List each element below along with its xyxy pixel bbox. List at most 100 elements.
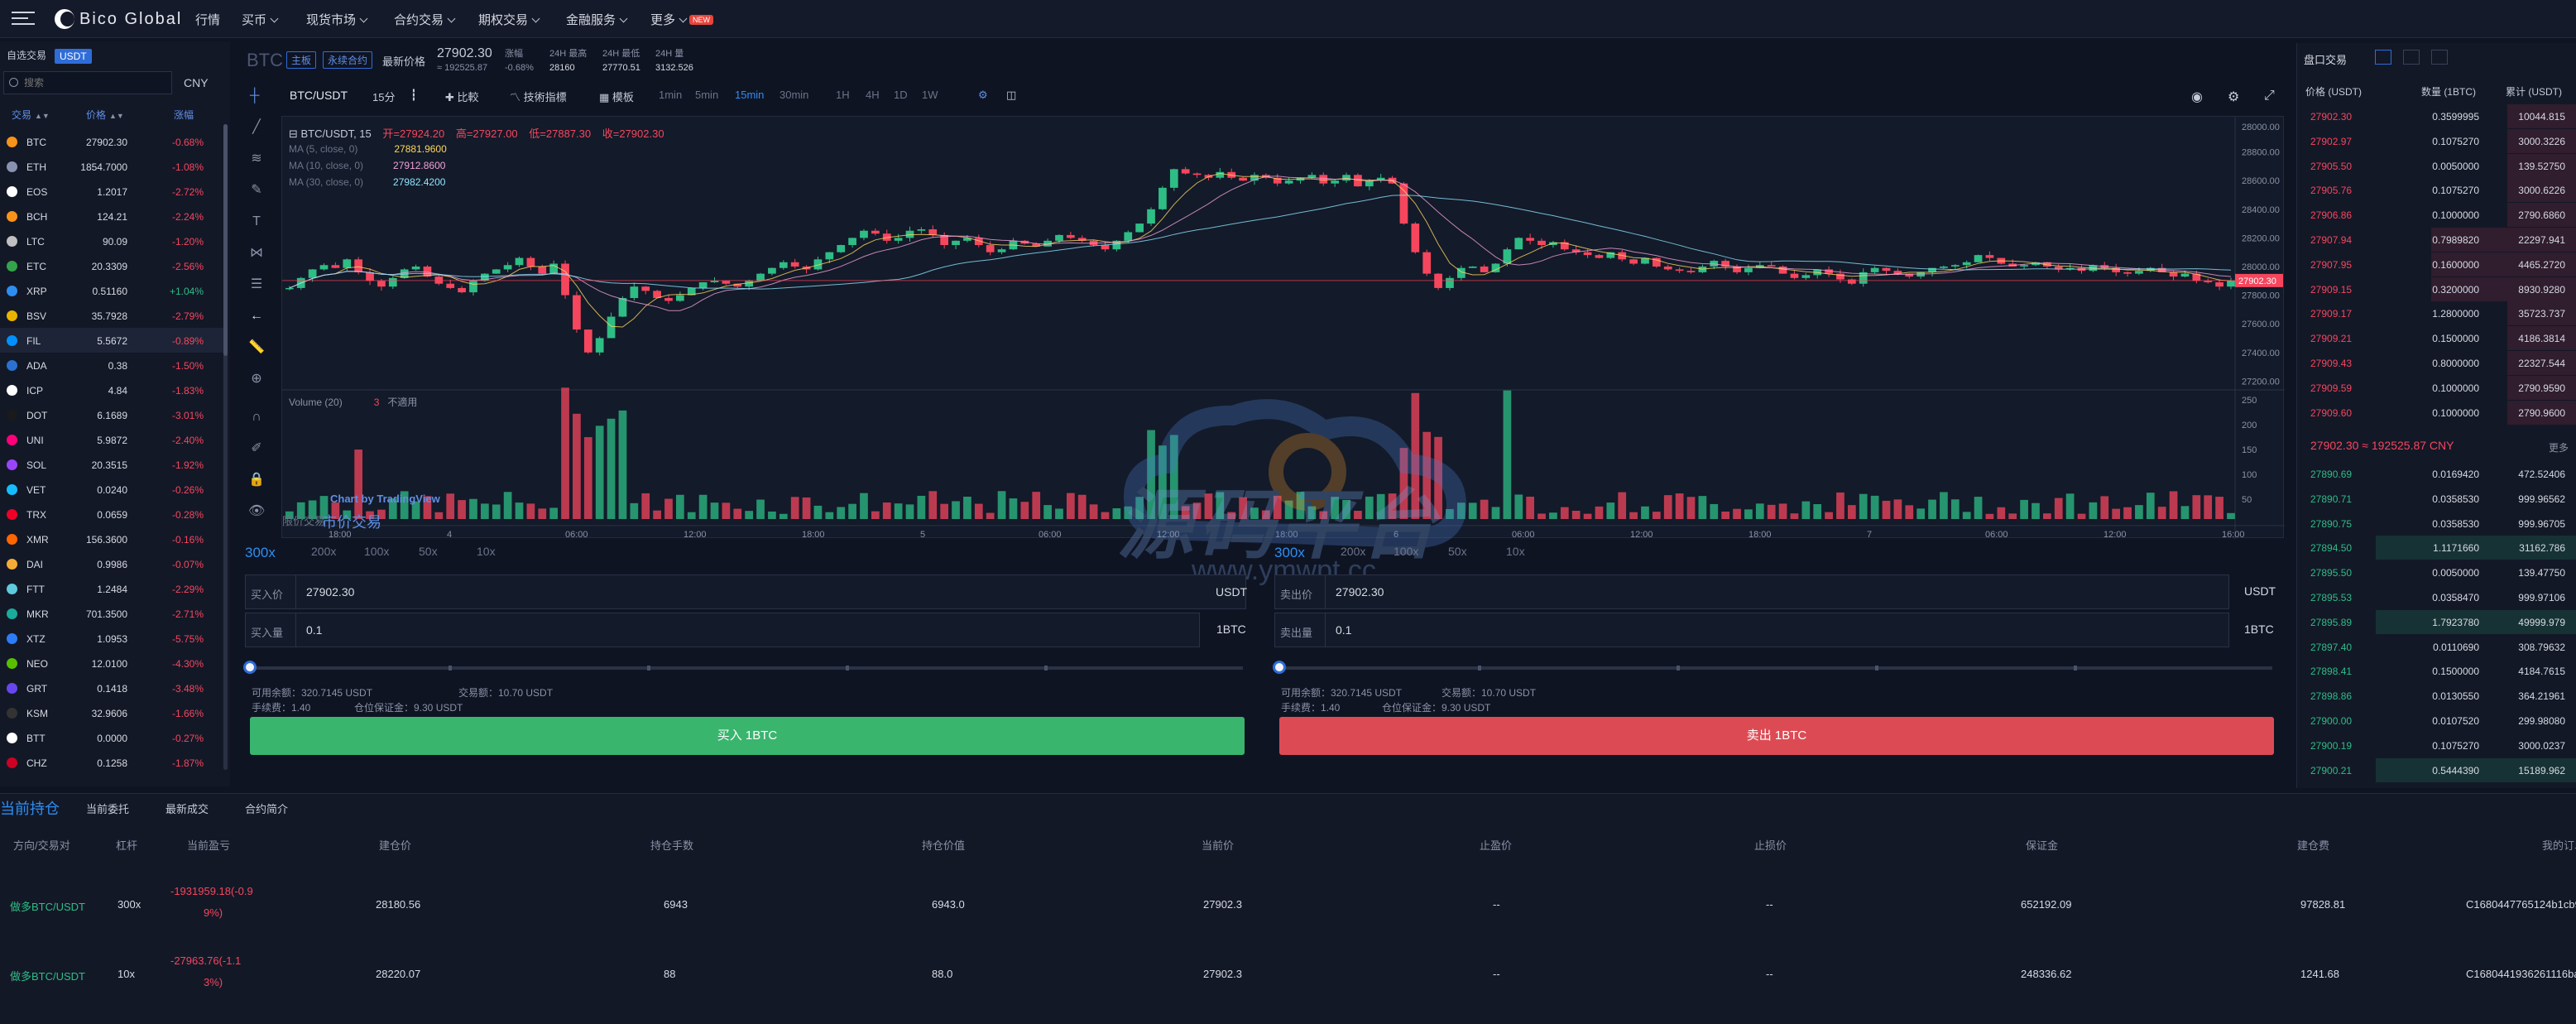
buy-amount-slider[interactable] <box>243 661 1243 674</box>
leverage-10x[interactable]: 10x <box>477 545 496 558</box>
interval-1W[interactable]: 1W <box>922 89 938 101</box>
brush-icon[interactable]: ✎ <box>248 182 265 199</box>
text-tool-icon[interactable]: T <box>248 214 265 230</box>
collapse-icon[interactable]: ⊟ <box>289 127 301 140</box>
currency-selector[interactable]: CNY <box>184 76 209 89</box>
buy-button[interactable]: 买入 1BTC <box>250 717 1245 755</box>
leverage-300x[interactable]: 300x <box>245 545 276 561</box>
limit-trade-tab[interactable]: 限价交易 <box>282 512 325 528</box>
nav-item-0[interactable]: 行情 <box>195 11 220 28</box>
ma5-legend[interactable]: MA (5, close, 0) 27881.9600 <box>289 143 447 155</box>
market-row-vet[interactable]: VET 0.0240 -0.26% <box>0 477 223 502</box>
bid-row[interactable]: 27895.53 0.0358470 999.97106 <box>2297 585 2576 609</box>
ruler-icon[interactable]: 📏 <box>248 339 265 356</box>
ask-row[interactable]: 27907.95 0.1600000 4465.2720 <box>2297 252 2576 276</box>
col-header-price[interactable]: 价格 ▲▼ <box>86 108 124 122</box>
ask-row[interactable]: 27902.97 0.1075270 3000.3226 <box>2297 128 2576 153</box>
brand-logo[interactable] <box>55 9 74 29</box>
eye-icon[interactable]: 👁 <box>248 503 265 520</box>
slider-knob[interactable] <box>1273 661 1286 674</box>
position-order[interactable]: C1680441936261116ba3a <box>2466 968 2576 980</box>
position-tab-3[interactable]: 合约简介 <box>245 800 288 816</box>
sell-qty-input[interactable] <box>1336 623 1584 637</box>
bid-row[interactable]: 27895.89 1.7923780 49999.979 <box>2297 609 2576 634</box>
bid-row[interactable]: 27894.50 1.1171660 31162.786 <box>2297 536 2576 560</box>
market-row-etc[interactable]: ETC 20.3309 -2.56% <box>0 253 223 278</box>
market-row-btt[interactable]: BTT 0.0000 -0.27% <box>0 725 223 750</box>
interval-1D[interactable]: 1D <box>894 89 908 101</box>
bid-row[interactable]: 27890.69 0.0169420 472.52406 <box>2297 462 2576 486</box>
position-tab-1[interactable]: 当前委托 <box>86 800 129 816</box>
market-row-mkr[interactable]: MKR 701.3500 -2.71% <box>0 601 223 626</box>
interval-1H[interactable]: 1H <box>836 89 850 101</box>
ask-row[interactable]: 27907.94 0.7989820 22297.941 <box>2297 228 2576 252</box>
chart-pair[interactable]: BTC/USDT <box>290 89 348 102</box>
nav-item-3[interactable]: 合约交易 <box>394 11 456 28</box>
leverage-100x[interactable]: 100x <box>1394 545 1418 558</box>
book-mode-asks-icon[interactable] <box>2431 50 2448 65</box>
chart-style-icon[interactable]: ◫ <box>1006 89 1016 102</box>
indicators-button[interactable]: 〽 技術指標 <box>510 89 567 104</box>
col-header-change[interactable]: 涨幅 <box>174 108 194 122</box>
market-row-grt[interactable]: GRT 0.1418 -3.48% <box>0 675 223 700</box>
buy-qty-input[interactable] <box>306 623 554 637</box>
nav-item-6[interactable]: 更多 NEW <box>650 11 714 28</box>
candle-type-icon[interactable]: ┇ <box>410 89 417 102</box>
leverage-200x[interactable]: 200x <box>1341 545 1365 558</box>
bid-row[interactable]: 27900.21 0.5444390 15189.962 <box>2297 757 2576 782</box>
ask-row[interactable]: 27906.86 0.1000000 2790.6860 <box>2297 203 2576 228</box>
position-tab-0[interactable]: 当前持仓 <box>0 797 60 819</box>
interval-15min[interactable]: 15min <box>735 89 764 101</box>
market-scrollbar[interactable] <box>223 124 228 770</box>
bid-row[interactable]: 27898.41 0.1500000 4184.7615 <box>2297 659 2576 683</box>
market-row-btc[interactable]: BTC 27902.30 -0.68% <box>0 129 223 154</box>
market-row-fil[interactable]: FIL 5.5672 -0.89% <box>0 328 223 353</box>
interval-4H[interactable]: 4H <box>866 89 880 101</box>
compare-button[interactable]: ✚ 比較 <box>445 89 479 104</box>
price-chart[interactable]: 28000.00 28800.00 28600.00 28400.00 28200.00… <box>281 116 2285 539</box>
nav-item-2[interactable]: 现货市场 <box>306 11 368 28</box>
market-row-uni[interactable]: UNI 5.9872 -2.40% <box>0 427 223 452</box>
bid-row[interactable]: 27898.86 0.0130550 364.21961 <box>2297 684 2576 708</box>
tab-usdt[interactable]: USDT <box>55 49 92 64</box>
leverage-50x[interactable]: 50x <box>1448 545 1467 558</box>
prediction-icon[interactable]: ☰ <box>248 276 265 293</box>
bid-row[interactable]: 27890.71 0.0358530 999.96562 <box>2297 487 2576 511</box>
ask-row[interactable]: 27909.60 0.1000000 2790.9600 <box>2297 400 2576 425</box>
market-row-dot[interactable]: DOT 6.1689 -3.01% <box>0 402 223 427</box>
trend-line-icon[interactable]: ╱ <box>248 119 265 136</box>
col-header-pair[interactable]: 交易 ▲▼ <box>12 108 50 122</box>
tradingview-credit[interactable]: Chart by TradingView <box>330 493 440 505</box>
template-button[interactable]: ▦ 模板 <box>599 89 634 104</box>
nav-item-5[interactable]: 金融服务 <box>566 11 628 28</box>
interval-selector[interactable]: 15分 <box>372 89 395 104</box>
market-row-ftt[interactable]: FTT 1.2484 -2.29% <box>0 576 223 601</box>
market-row-chz[interactable]: CHZ 0.1258 -1.87% <box>0 750 223 775</box>
leverage-100x[interactable]: 100x <box>364 545 389 558</box>
back-arrow-icon[interactable]: ← <box>248 308 265 325</box>
sell-button[interactable]: 卖出 1BTC <box>1279 717 2274 755</box>
interval-30min[interactable]: 30min <box>780 89 808 101</box>
market-row-ada[interactable]: ADA 0.38 -1.50% <box>0 353 223 377</box>
market-row-eos[interactable]: EOS 1.2017 -2.72% <box>0 179 223 204</box>
magnet-icon[interactable]: ∩ <box>248 409 265 425</box>
pattern-icon[interactable]: ⋈ <box>248 245 265 262</box>
order-book-more-link[interactable]: 更多 <box>2549 440 2569 454</box>
sell-price-input[interactable] <box>1336 585 1584 599</box>
sell-amount-slider[interactable] <box>1273 661 2272 674</box>
ask-row[interactable]: 27909.43 0.8000000 22327.544 <box>2297 351 2576 375</box>
position-tab-2[interactable]: 最新成交 <box>165 800 209 816</box>
ask-row[interactable]: 27905.50 0.0050000 139.52750 <box>2297 153 2576 178</box>
fib-icon[interactable]: ≋ <box>248 151 265 167</box>
market-row-dai[interactable]: DAI 0.9986 -0.07% <box>0 551 223 576</box>
market-row-eth[interactable]: ETH 1854.7000 -1.08% <box>0 154 223 179</box>
fullscreen-icon[interactable]: ⤢ <box>2264 89 2275 103</box>
lock-icon[interactable]: 🔒 <box>248 472 265 488</box>
book-mode-both-icon[interactable] <box>2375 50 2391 65</box>
market-row-trx[interactable]: TRX 0.0659 -0.28% <box>0 502 223 526</box>
leverage-200x[interactable]: 200x <box>311 545 336 558</box>
interval-1min[interactable]: 1min <box>659 89 682 101</box>
bid-row[interactable]: 27900.00 0.0107520 299.98080 <box>2297 709 2576 733</box>
tab-favorites[interactable]: 自选交易 <box>7 48 46 62</box>
slider-knob[interactable] <box>243 661 257 674</box>
